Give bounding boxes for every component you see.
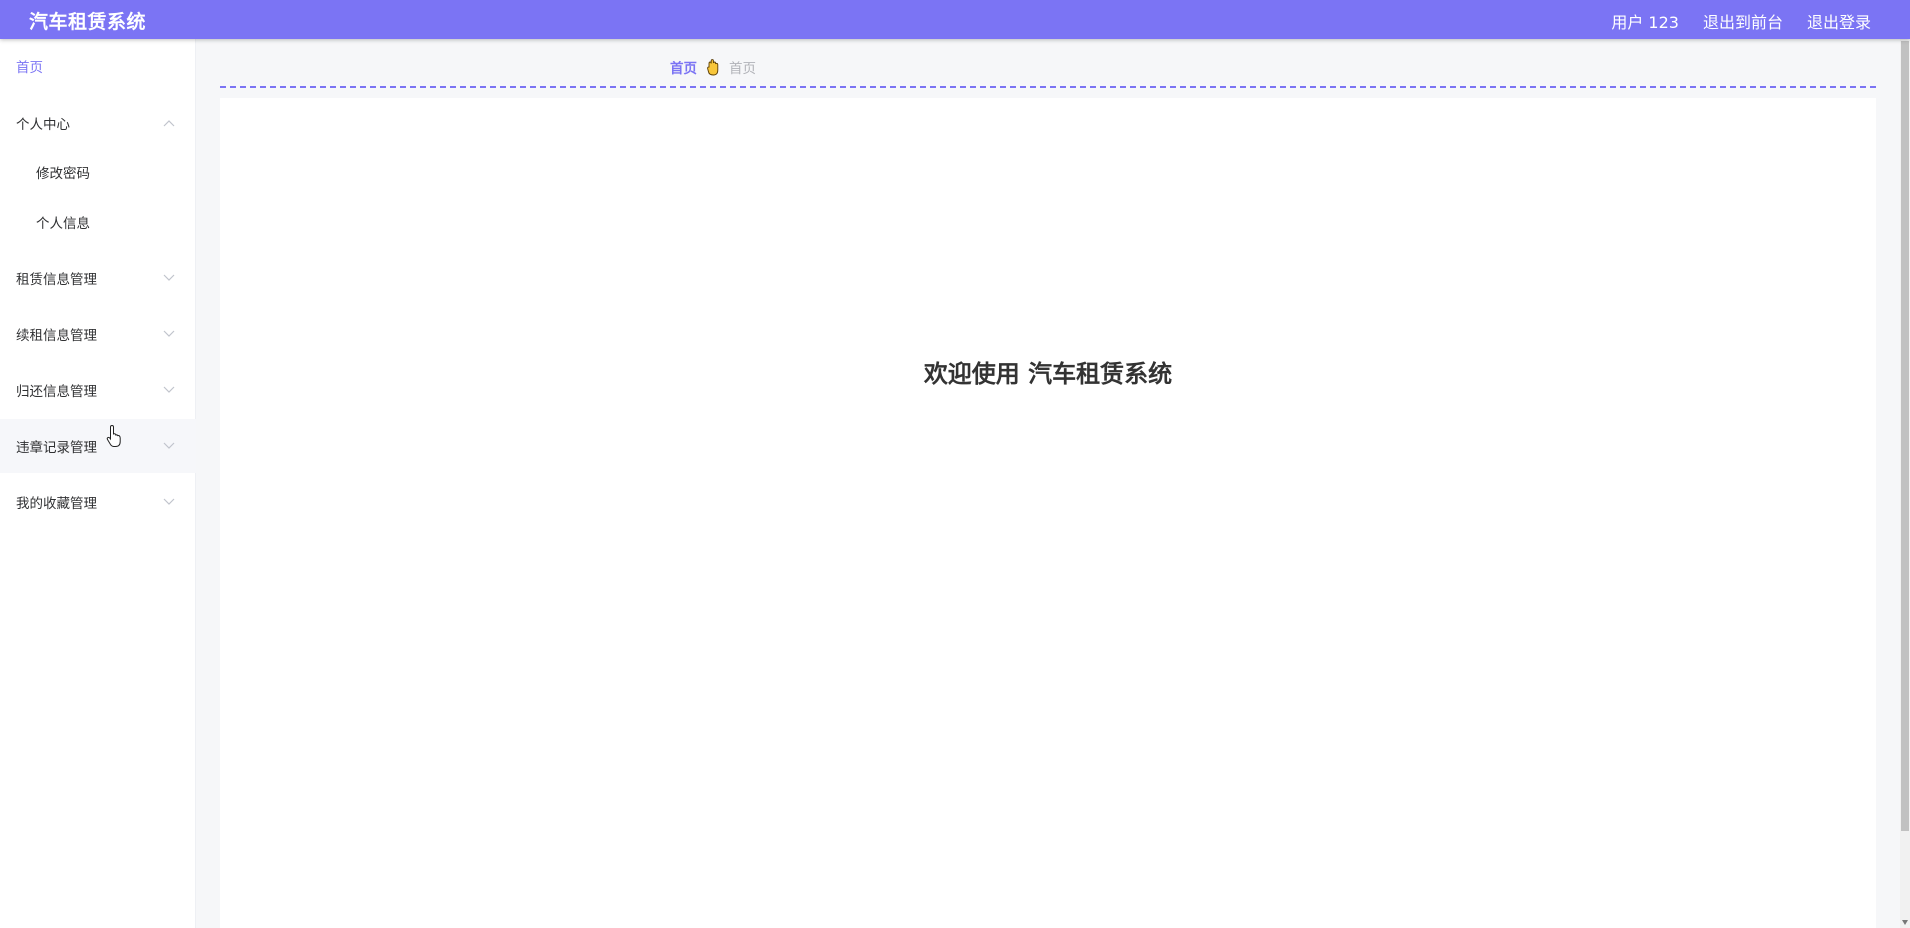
chevron-down-icon [163, 386, 175, 393]
scrollbar-thumb[interactable] [1901, 41, 1909, 831]
sidebar-item-label: 修改密码 [36, 166, 90, 182]
sidebar-group-renewal-info[interactable]: 续租信息管理 [0, 307, 196, 361]
sidebar-item-personal-info[interactable]: 个人信息 [0, 197, 196, 247]
divider [220, 86, 1876, 88]
sidebar-item-label: 续租信息管理 [16, 328, 97, 344]
sidebar-item-label: 个人中心 [16, 117, 70, 133]
breadcrumb-home-link[interactable]: 首页 [670, 57, 697, 77]
logout-link[interactable]: 退出登录 [1807, 9, 1871, 33]
top-links: 用户 123 退出到前台 退出登录 [1611, 9, 1871, 33]
sidebar-item-label: 首页 [16, 60, 43, 76]
app-title: 汽车租赁系统 [29, 11, 147, 33]
sidebar-group-violation-records[interactable]: 违章记录管理 [0, 419, 196, 473]
hand-icon [707, 58, 719, 75]
sidebar-group-return-info[interactable]: 归还信息管理 [0, 363, 196, 417]
sidebar-item-label: 归还信息管理 [16, 384, 97, 400]
chevron-down-icon [163, 498, 175, 505]
scroll-down-icon[interactable] [1902, 920, 1908, 925]
sidebar-item-change-password[interactable]: 修改密码 [0, 147, 196, 197]
chevron-down-icon [163, 274, 175, 281]
sidebar: 首页 个人中心 修改密码 个人信息 租赁信息管理 续租信息管理 归还信息管理 违… [0, 39, 196, 928]
sidebar-item-label: 违章记录管理 [16, 440, 97, 456]
chevron-up-icon [163, 120, 175, 127]
chevron-down-icon [163, 442, 175, 449]
welcome-text: 欢迎使用 汽车租赁系统 [923, 360, 1173, 388]
sidebar-item-home[interactable]: 首页 [0, 39, 196, 93]
exit-to-front-link[interactable]: 退出到前台 [1703, 9, 1783, 33]
user-account-link[interactable]: 用户 123 [1611, 9, 1679, 33]
breadcrumb: 首页 首页 [670, 57, 756, 77]
top-bar: 汽车租赁系统 用户 123 退出到前台 退出登录 [0, 0, 1910, 39]
welcome-card: 欢迎使用 汽车租赁系统 [220, 98, 1876, 928]
sidebar-item-label: 我的收藏管理 [16, 496, 97, 512]
sidebar-item-label: 租赁信息管理 [16, 272, 97, 288]
page-scrollbar[interactable] [1900, 39, 1910, 928]
sidebar-group-my-favorites[interactable]: 我的收藏管理 [0, 475, 196, 529]
sidebar-group-rental-info[interactable]: 租赁信息管理 [0, 251, 196, 305]
pointer-cursor-icon [106, 424, 121, 447]
sidebar-group-personal-center[interactable]: 个人中心 [0, 96, 196, 150]
sidebar-item-label: 个人信息 [36, 216, 90, 232]
breadcrumb-current: 首页 [729, 61, 756, 77]
chevron-down-icon [163, 330, 175, 337]
